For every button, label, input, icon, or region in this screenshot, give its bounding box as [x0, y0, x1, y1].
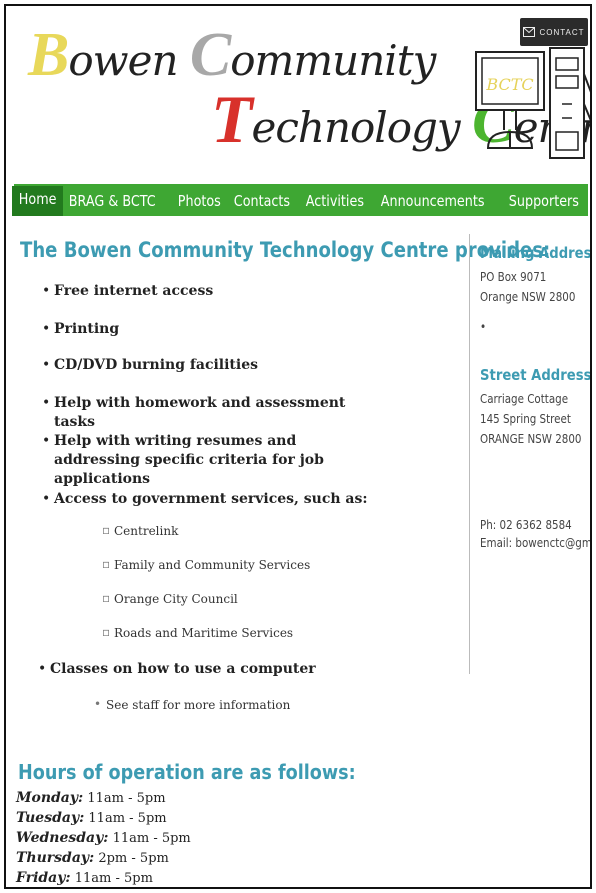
mailing-extra: • — [480, 320, 487, 334]
service-item: • Access to government services, such as: — [42, 491, 368, 507]
hours-time: 11am - 5pm — [88, 811, 167, 826]
nav-item-contacts[interactable]: Contacts — [227, 192, 297, 216]
nav-item-announcements[interactable]: Announcements — [374, 192, 491, 216]
mailing-address-title: Mailing Address — [480, 244, 592, 262]
nav-item-photos[interactable]: Photos — [171, 192, 228, 216]
service-item: • Printing — [42, 321, 120, 337]
envelope-icon — [523, 27, 536, 37]
hours-row: Monday: 11am - 5pm — [16, 790, 166, 806]
hours-row: Friday: 11am - 5pm — [16, 870, 153, 886]
service-item: • Classes on how to use a computer — [38, 661, 316, 677]
logo-cap-b: B — [28, 21, 69, 89]
monitor-label: BCTC — [485, 75, 533, 94]
hours-time: 11am - 5pm — [87, 791, 166, 806]
gov-service-item: ▫ Family and Community Services — [102, 557, 311, 572]
mailing-line: Orange NSW 2800 — [480, 290, 576, 304]
page-frame: Bowen Community Technology Centre CONTAC… — [4, 4, 592, 889]
hours-time: 2pm - 5pm — [98, 851, 169, 866]
service-label: Help with homework and assessment tasks — [54, 395, 346, 430]
nav-item-supporters[interactable]: Supporters — [502, 192, 586, 216]
phone-number: Ph: 02 6362 8584 — [480, 518, 572, 532]
nav-item-home[interactable]: Home — [12, 186, 64, 216]
logo-word-echnology: echnology — [251, 103, 472, 152]
logo-cap-c: C — [189, 21, 231, 89]
hours-time: 11am - 5pm — [112, 831, 191, 846]
hours-time: 11am - 5pm — [74, 871, 153, 886]
mailing-line: PO Box 9071 — [480, 270, 547, 284]
gov-service-label: Roads and Maritime Services — [114, 626, 294, 640]
hours-day: Friday: — [16, 870, 71, 886]
email-address[interactable]: Email: bowenctc@gmail.com — [480, 536, 590, 550]
main-nav: Home BRAG & BCTC Photos Contacts Activit… — [12, 184, 588, 216]
classes-note: • See staff for more information — [94, 697, 291, 712]
hours-title: Hours of operation are as follows: — [18, 760, 356, 784]
service-item: • Help with homework and assessment tasks — [42, 395, 346, 430]
hours-day: Thursday: — [16, 850, 95, 866]
hours-day: Tuesday: — [16, 810, 85, 826]
service-label: Free internet access — [54, 283, 214, 299]
contact-button[interactable]: CONTACT — [520, 18, 588, 46]
logo-word-ommunity: ommunity — [230, 36, 436, 85]
service-item: • Help with writing resumes and addressin… — [42, 433, 324, 487]
street-line: ORANGE NSW 2800 — [480, 432, 582, 446]
service-label: Help with writing resumes and addressing… — [54, 433, 324, 487]
gov-service-label: Centrelink — [114, 524, 179, 538]
service-label: Access to government services, such as: — [54, 491, 368, 507]
service-label: Classes on how to use a computer — [50, 661, 316, 677]
hours-day: Wednesday: — [16, 830, 109, 846]
nav-item-activities[interactable]: Activities — [299, 192, 371, 216]
contact-sidebar: Mailing Address PO Box 9071 Orange NSW 2… — [469, 234, 592, 674]
contact-label: CONTACT — [539, 27, 585, 37]
gov-service-label: Family and Community Services — [114, 558, 311, 572]
hours-row: Thursday: 2pm - 5pm — [16, 850, 169, 866]
logo-cap-t: T — [211, 81, 253, 157]
nav-item-brag-bctc[interactable]: BRAG & BCTC — [62, 192, 162, 216]
service-item: • CD/DVD burning facilities — [42, 357, 258, 373]
gov-service-item: ▫ Roads and Maritime Services — [102, 625, 294, 640]
service-label: Printing — [54, 321, 120, 337]
gov-service-label: Orange City Council — [114, 592, 238, 606]
logo-word-owen: owen — [68, 36, 190, 85]
street-address-title: Street Address — [480, 366, 592, 384]
hours-row: Tuesday: 11am - 5pm — [16, 810, 167, 826]
service-label: CD/DVD burning facilities — [54, 357, 258, 373]
hours-day: Monday: — [16, 790, 84, 806]
classes-note-label: See staff for more information — [106, 698, 291, 712]
gov-service-item: ▫ Centrelink — [102, 523, 179, 538]
street-line: 145 Spring Street — [480, 412, 571, 426]
computer-illustration: BCTC — [475, 47, 590, 159]
street-line: Carriage Cottage — [480, 392, 569, 406]
hours-row: Wednesday: 11am - 5pm — [16, 830, 191, 846]
gov-service-item: ▫ Orange City Council — [102, 591, 238, 606]
service-item: • Free internet access — [42, 283, 214, 299]
